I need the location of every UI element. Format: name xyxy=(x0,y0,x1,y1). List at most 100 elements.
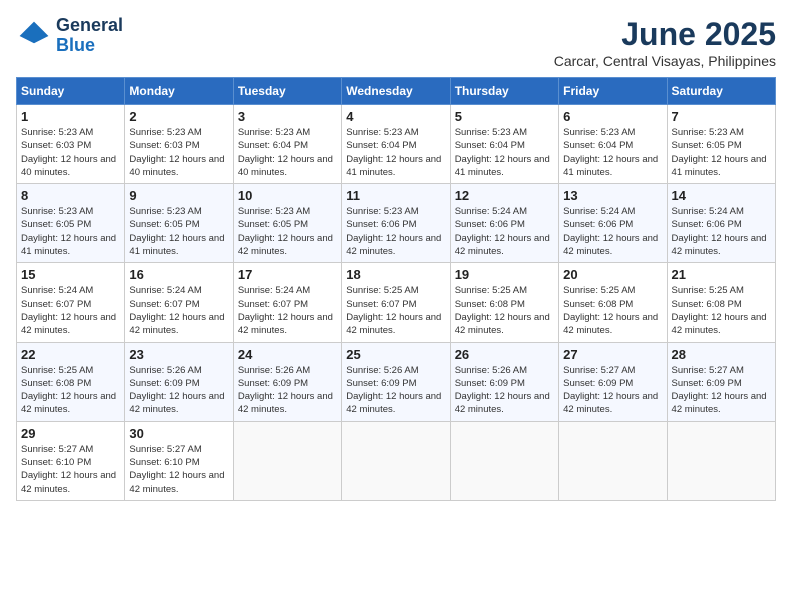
calendar-cell xyxy=(450,421,558,500)
day-detail: Sunrise: 5:23 AMSunset: 6:03 PMDaylight:… xyxy=(21,127,116,178)
day-number: 19 xyxy=(455,267,554,282)
calendar-cell: 8 Sunrise: 5:23 AMSunset: 6:05 PMDayligh… xyxy=(17,184,125,263)
calendar-cell: 19 Sunrise: 5:25 AMSunset: 6:08 PMDaylig… xyxy=(450,263,558,342)
calendar-cell: 4 Sunrise: 5:23 AMSunset: 6:04 PMDayligh… xyxy=(342,105,450,184)
day-detail: Sunrise: 5:27 AMSunset: 6:10 PMDaylight:… xyxy=(21,444,116,495)
calendar-cell: 14 Sunrise: 5:24 AMSunset: 6:06 PMDaylig… xyxy=(667,184,775,263)
day-number: 6 xyxy=(563,109,662,124)
day-number: 4 xyxy=(346,109,445,124)
calendar-cell: 7 Sunrise: 5:23 AMSunset: 6:05 PMDayligh… xyxy=(667,105,775,184)
day-detail: Sunrise: 5:23 AMSunset: 6:06 PMDaylight:… xyxy=(346,206,441,257)
calendar-cell: 16 Sunrise: 5:24 AMSunset: 6:07 PMDaylig… xyxy=(125,263,233,342)
calendar-cell: 15 Sunrise: 5:24 AMSunset: 6:07 PMDaylig… xyxy=(17,263,125,342)
subtitle: Carcar, Central Visayas, Philippines xyxy=(554,53,776,69)
day-detail: Sunrise: 5:26 AMSunset: 6:09 PMDaylight:… xyxy=(129,365,224,416)
day-number: 22 xyxy=(21,347,120,362)
main-title: June 2025 xyxy=(554,16,776,53)
day-number: 8 xyxy=(21,188,120,203)
day-number: 9 xyxy=(129,188,228,203)
day-detail: Sunrise: 5:23 AMSunset: 6:03 PMDaylight:… xyxy=(129,127,224,178)
day-detail: Sunrise: 5:23 AMSunset: 6:05 PMDaylight:… xyxy=(21,206,116,257)
calendar-body: 1 Sunrise: 5:23 AMSunset: 6:03 PMDayligh… xyxy=(17,105,776,501)
calendar-cell: 23 Sunrise: 5:26 AMSunset: 6:09 PMDaylig… xyxy=(125,342,233,421)
logo-text: General Blue xyxy=(56,16,123,56)
logo: General Blue xyxy=(16,16,123,56)
calendar-cell: 28 Sunrise: 5:27 AMSunset: 6:09 PMDaylig… xyxy=(667,342,775,421)
calendar-cell xyxy=(667,421,775,500)
day-number: 29 xyxy=(21,426,120,441)
calendar-cell: 11 Sunrise: 5:23 AMSunset: 6:06 PMDaylig… xyxy=(342,184,450,263)
calendar-cell: 27 Sunrise: 5:27 AMSunset: 6:09 PMDaylig… xyxy=(559,342,667,421)
day-detail: Sunrise: 5:23 AMSunset: 6:04 PMDaylight:… xyxy=(563,127,658,178)
calendar-week-4: 22 Sunrise: 5:25 AMSunset: 6:08 PMDaylig… xyxy=(17,342,776,421)
day-number: 26 xyxy=(455,347,554,362)
calendar-cell: 6 Sunrise: 5:23 AMSunset: 6:04 PMDayligh… xyxy=(559,105,667,184)
calendar-cell xyxy=(342,421,450,500)
day-detail: Sunrise: 5:27 AMSunset: 6:09 PMDaylight:… xyxy=(563,365,658,416)
day-number: 1 xyxy=(21,109,120,124)
calendar-cell: 20 Sunrise: 5:25 AMSunset: 6:08 PMDaylig… xyxy=(559,263,667,342)
day-number: 11 xyxy=(346,188,445,203)
calendar-week-5: 29 Sunrise: 5:27 AMSunset: 6:10 PMDaylig… xyxy=(17,421,776,500)
calendar-cell: 21 Sunrise: 5:25 AMSunset: 6:08 PMDaylig… xyxy=(667,263,775,342)
day-number: 10 xyxy=(238,188,337,203)
day-number: 3 xyxy=(238,109,337,124)
day-detail: Sunrise: 5:25 AMSunset: 6:08 PMDaylight:… xyxy=(672,285,767,336)
calendar-week-1: 1 Sunrise: 5:23 AMSunset: 6:03 PMDayligh… xyxy=(17,105,776,184)
calendar-cell: 29 Sunrise: 5:27 AMSunset: 6:10 PMDaylig… xyxy=(17,421,125,500)
day-detail: Sunrise: 5:25 AMSunset: 6:08 PMDaylight:… xyxy=(563,285,658,336)
day-number: 21 xyxy=(672,267,771,282)
day-detail: Sunrise: 5:24 AMSunset: 6:06 PMDaylight:… xyxy=(455,206,550,257)
calendar-cell: 3 Sunrise: 5:23 AMSunset: 6:04 PMDayligh… xyxy=(233,105,341,184)
calendar-cell: 13 Sunrise: 5:24 AMSunset: 6:06 PMDaylig… xyxy=(559,184,667,263)
calendar-header-saturday: Saturday xyxy=(667,78,775,105)
calendar-header-wednesday: Wednesday xyxy=(342,78,450,105)
day-detail: Sunrise: 5:23 AMSunset: 6:05 PMDaylight:… xyxy=(672,127,767,178)
day-detail: Sunrise: 5:23 AMSunset: 6:05 PMDaylight:… xyxy=(238,206,333,257)
day-number: 12 xyxy=(455,188,554,203)
title-area: June 2025 Carcar, Central Visayas, Phili… xyxy=(554,16,776,69)
calendar-header-row: SundayMondayTuesdayWednesdayThursdayFrid… xyxy=(17,78,776,105)
calendar-header-thursday: Thursday xyxy=(450,78,558,105)
day-detail: Sunrise: 5:24 AMSunset: 6:07 PMDaylight:… xyxy=(21,285,116,336)
calendar-cell: 18 Sunrise: 5:25 AMSunset: 6:07 PMDaylig… xyxy=(342,263,450,342)
day-detail: Sunrise: 5:26 AMSunset: 6:09 PMDaylight:… xyxy=(346,365,441,416)
day-number: 7 xyxy=(672,109,771,124)
calendar-cell: 1 Sunrise: 5:23 AMSunset: 6:03 PMDayligh… xyxy=(17,105,125,184)
day-detail: Sunrise: 5:26 AMSunset: 6:09 PMDaylight:… xyxy=(238,365,333,416)
day-detail: Sunrise: 5:25 AMSunset: 6:08 PMDaylight:… xyxy=(21,365,116,416)
day-number: 23 xyxy=(129,347,228,362)
day-detail: Sunrise: 5:23 AMSunset: 6:04 PMDaylight:… xyxy=(346,127,441,178)
day-number: 27 xyxy=(563,347,662,362)
calendar-week-3: 15 Sunrise: 5:24 AMSunset: 6:07 PMDaylig… xyxy=(17,263,776,342)
calendar-cell xyxy=(233,421,341,500)
calendar-cell: 22 Sunrise: 5:25 AMSunset: 6:08 PMDaylig… xyxy=(17,342,125,421)
calendar-header-tuesday: Tuesday xyxy=(233,78,341,105)
calendar-cell: 10 Sunrise: 5:23 AMSunset: 6:05 PMDaylig… xyxy=(233,184,341,263)
calendar-cell: 17 Sunrise: 5:24 AMSunset: 6:07 PMDaylig… xyxy=(233,263,341,342)
calendar-cell: 24 Sunrise: 5:26 AMSunset: 6:09 PMDaylig… xyxy=(233,342,341,421)
calendar-cell: 26 Sunrise: 5:26 AMSunset: 6:09 PMDaylig… xyxy=(450,342,558,421)
day-number: 16 xyxy=(129,267,228,282)
day-number: 13 xyxy=(563,188,662,203)
day-detail: Sunrise: 5:26 AMSunset: 6:09 PMDaylight:… xyxy=(455,365,550,416)
day-detail: Sunrise: 5:24 AMSunset: 6:07 PMDaylight:… xyxy=(129,285,224,336)
calendar-week-2: 8 Sunrise: 5:23 AMSunset: 6:05 PMDayligh… xyxy=(17,184,776,263)
calendar-cell: 12 Sunrise: 5:24 AMSunset: 6:06 PMDaylig… xyxy=(450,184,558,263)
calendar-header-friday: Friday xyxy=(559,78,667,105)
day-number: 24 xyxy=(238,347,337,362)
day-number: 17 xyxy=(238,267,337,282)
day-detail: Sunrise: 5:24 AMSunset: 6:06 PMDaylight:… xyxy=(672,206,767,257)
day-number: 20 xyxy=(563,267,662,282)
day-number: 5 xyxy=(455,109,554,124)
day-detail: Sunrise: 5:24 AMSunset: 6:07 PMDaylight:… xyxy=(238,285,333,336)
day-detail: Sunrise: 5:27 AMSunset: 6:10 PMDaylight:… xyxy=(129,444,224,495)
calendar-cell: 9 Sunrise: 5:23 AMSunset: 6:05 PMDayligh… xyxy=(125,184,233,263)
day-number: 14 xyxy=(672,188,771,203)
day-number: 15 xyxy=(21,267,120,282)
calendar-header-sunday: Sunday xyxy=(17,78,125,105)
header: General Blue June 2025 Carcar, Central V… xyxy=(16,16,776,69)
logo-icon xyxy=(16,18,52,54)
day-detail: Sunrise: 5:25 AMSunset: 6:08 PMDaylight:… xyxy=(455,285,550,336)
day-number: 25 xyxy=(346,347,445,362)
